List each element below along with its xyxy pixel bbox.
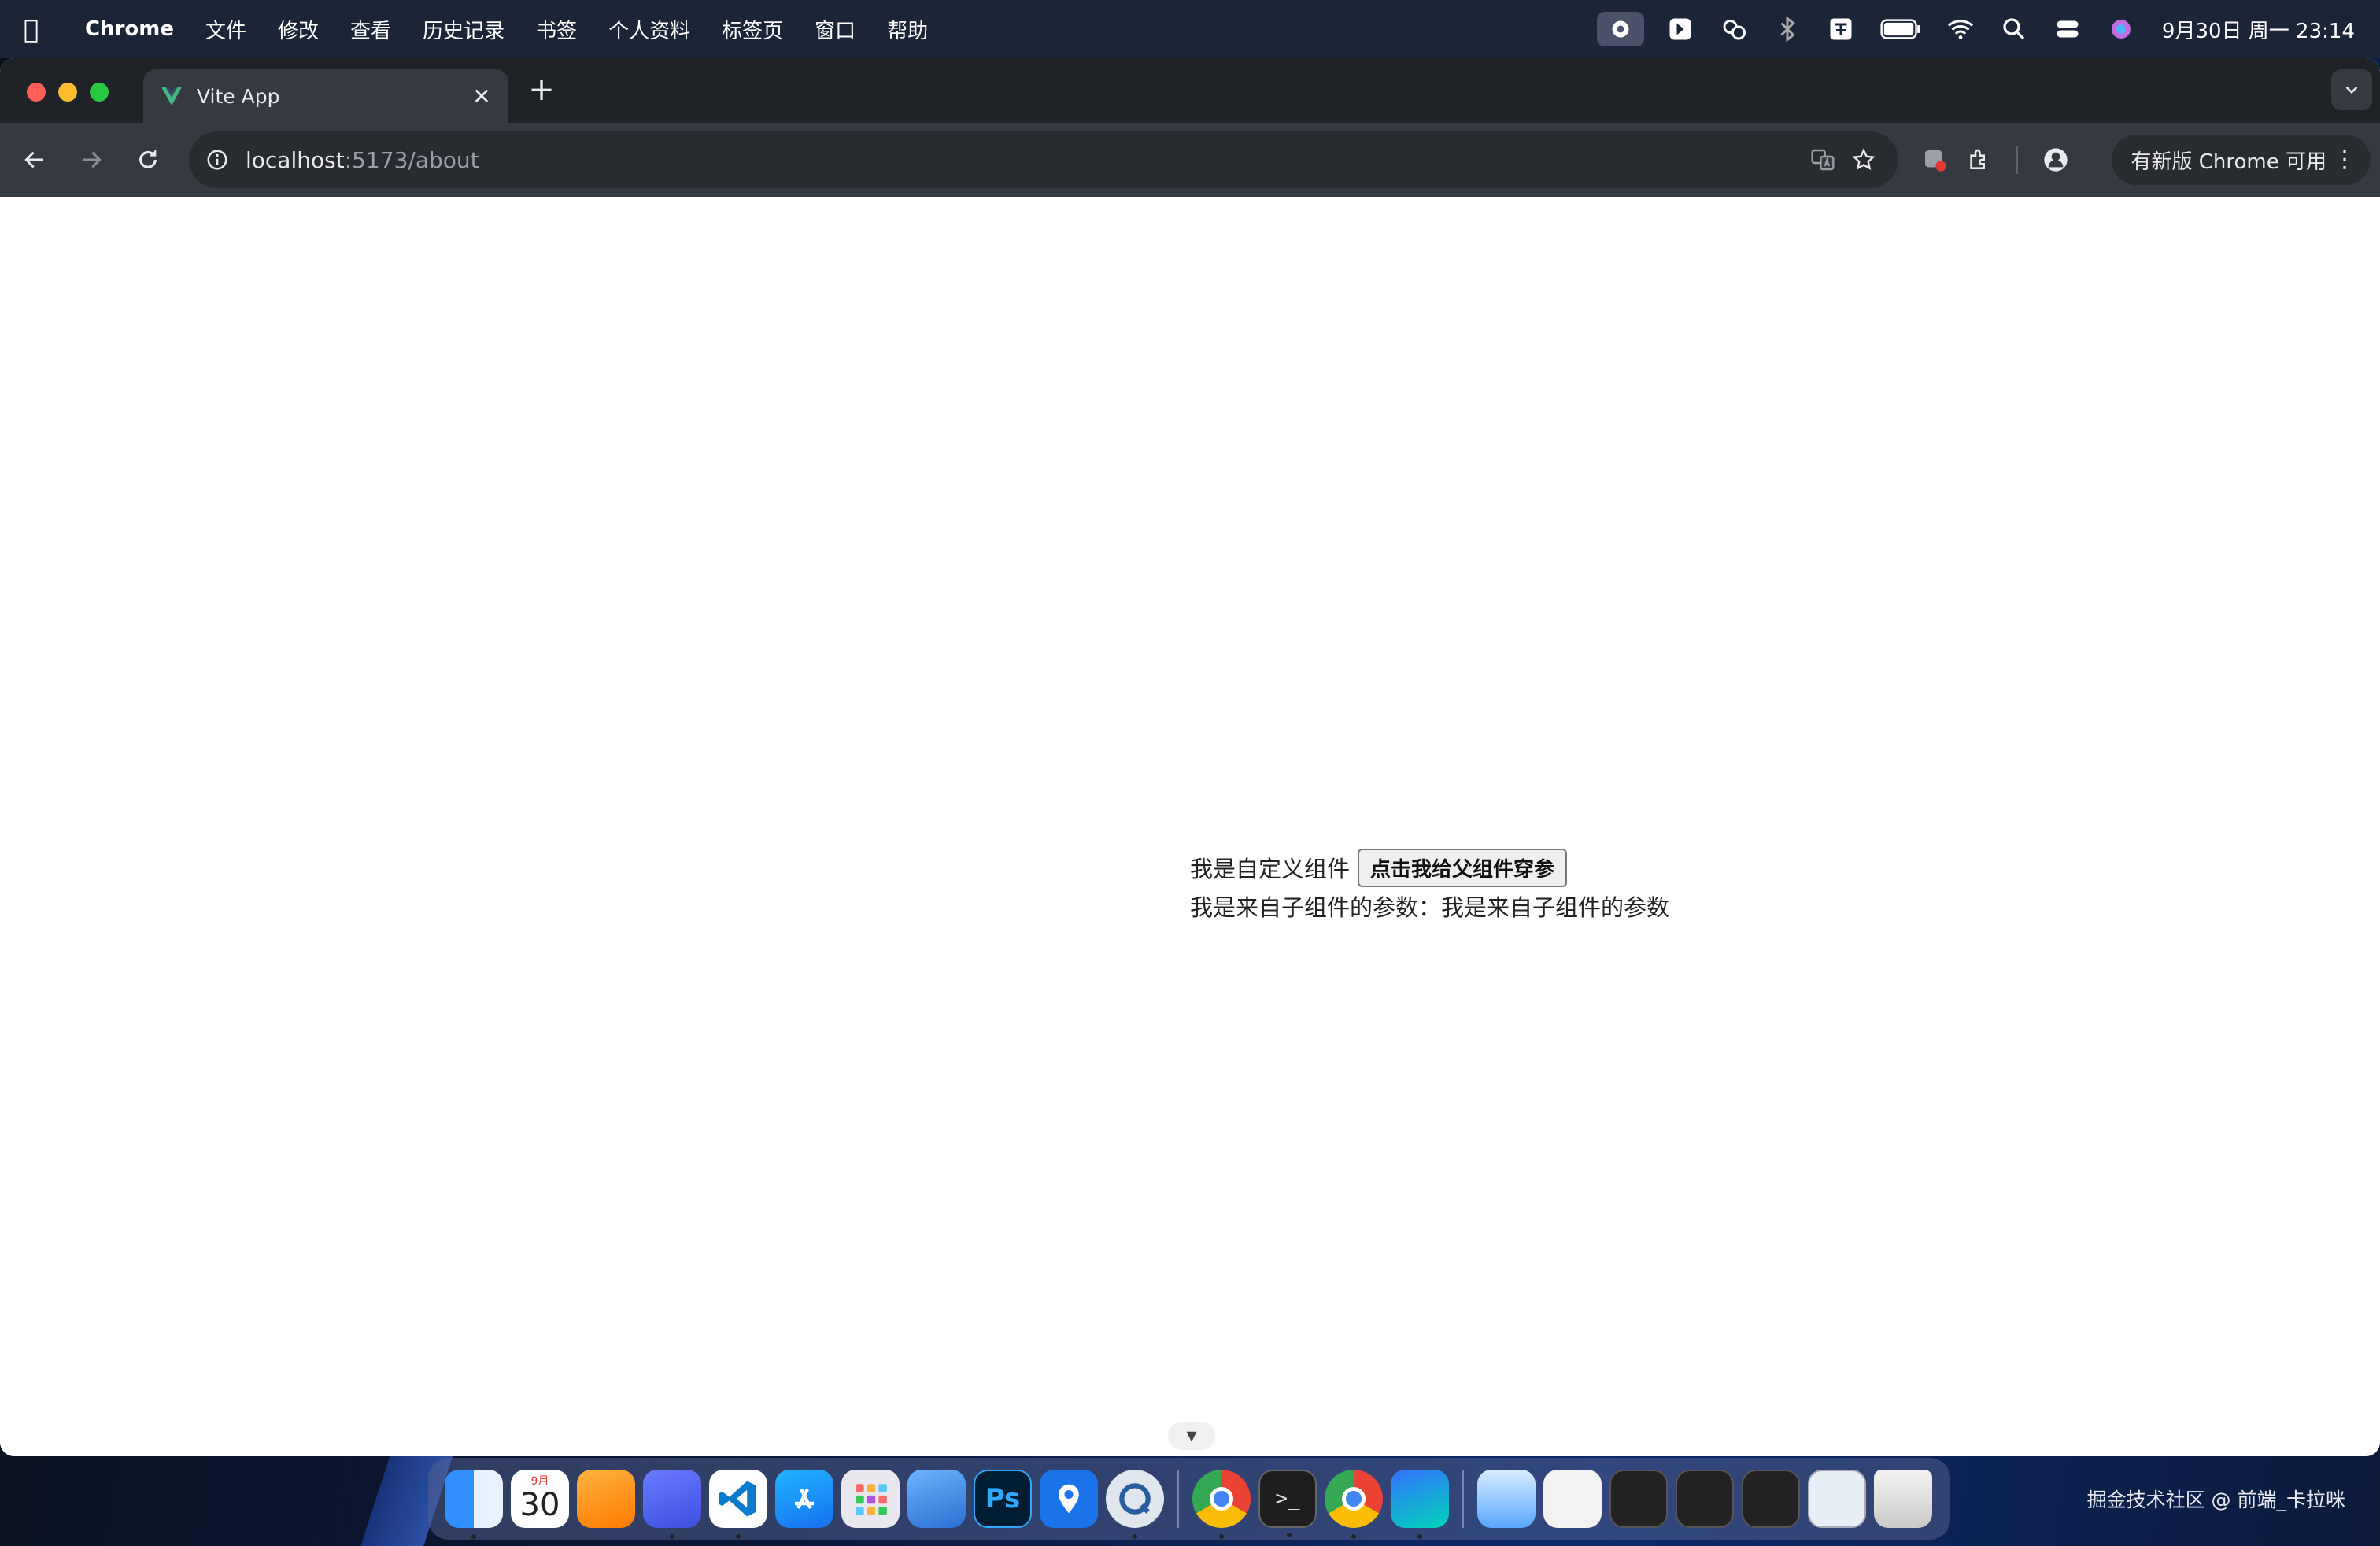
extension-badge-icon[interactable] (1913, 138, 1957, 182)
site-info-icon[interactable] (200, 142, 235, 177)
extensions-puzzle-icon[interactable] (1957, 138, 2001, 182)
menu-app-name[interactable]: Chrome (85, 17, 174, 41)
terminal-icon[interactable]: >_ (1258, 1470, 1317, 1537)
trash-icon[interactable] (1874, 1470, 1932, 1528)
menu-file[interactable]: 文件 (205, 15, 246, 44)
window-controls (27, 83, 121, 102)
browser-toolbar: localhost :5173/about 有新版 Chrome 可用 ⋮ (0, 123, 2380, 197)
window-thumb-icon[interactable] (1808, 1470, 1866, 1528)
chrome-icon[interactable] (1192, 1470, 1251, 1539)
chrome-update-button[interactable]: 有新版 Chrome 可用 ⋮ (2112, 135, 2371, 185)
siri-icon[interactable] (2104, 12, 2138, 46)
window-thumb-icon[interactable] (1676, 1470, 1734, 1528)
calendar-icon[interactable]: 9月 30 (511, 1470, 569, 1528)
pass-param-button[interactable]: 点击我给父组件穿参 (1358, 848, 1568, 887)
profile-avatar-icon[interactable] (2034, 138, 2078, 182)
menu-tab[interactable]: 标签页 (722, 15, 783, 44)
page-content: 我是自定义组件 点击我给父组件穿参 我是来自子组件的参数：我是来自子组件的参数 (0, 197, 2380, 1456)
bookmark-star-icon[interactable] (1843, 142, 1884, 177)
tab-strip: Vite App ✕ + (0, 58, 2380, 123)
launchpad-icon[interactable] (841, 1470, 900, 1528)
weather-icon[interactable] (1717, 12, 1751, 46)
finder-icon[interactable] (445, 1470, 503, 1539)
spotlight-search-icon[interactable] (1997, 12, 2031, 46)
window-thumb-icon[interactable] (1742, 1470, 1800, 1528)
child-component: 我是自定义组件 点击我给父组件穿参 我是来自子组件的参数：我是来自子组件的参数 (1190, 848, 1670, 923)
translate-icon[interactable] (1802, 142, 1843, 177)
wifi-icon[interactable] (1943, 12, 1978, 46)
menu-window[interactable]: 窗口 (815, 15, 856, 44)
menu-bar:  Chrome 文件 修改 查看 历史记录 书签 个人资料 标签页 窗口 帮助 (0, 0, 2380, 58)
close-window-button[interactable] (27, 83, 46, 102)
zoom-window-button[interactable] (90, 83, 109, 102)
pen-app-icon[interactable] (643, 1470, 701, 1539)
feishu-icon[interactable] (1391, 1470, 1449, 1539)
menu-edit[interactable]: 修改 (278, 15, 319, 44)
menu-history[interactable]: 历史记录 (423, 15, 504, 44)
menu-view[interactable]: 查看 (350, 15, 391, 44)
back-button[interactable] (13, 138, 57, 182)
bluetooth-icon[interactable] (1770, 12, 1805, 46)
extensions-area (1913, 138, 2078, 182)
control-center-icon[interactable] (2050, 12, 2085, 46)
app-icon[interactable] (1663, 12, 1698, 46)
tab-title: Vite App (197, 84, 280, 108)
chevron-down-icon (2345, 86, 2358, 94)
dock: 9月 30 Ps >_ (428, 1458, 1950, 1540)
menu-help[interactable]: 帮助 (887, 15, 928, 44)
vscode-icon[interactable] (709, 1470, 767, 1539)
chrome-icon[interactable] (1325, 1470, 1383, 1539)
kebab-menu-icon[interactable]: ⋮ (2333, 146, 2356, 173)
dock-separator (1462, 1470, 1464, 1528)
menu-profiles[interactable]: 个人资料 (608, 15, 690, 44)
url-path: :5173/about (344, 146, 479, 173)
arrow-right-icon (83, 151, 102, 168)
dock-separator (1177, 1470, 1179, 1528)
drive-icon[interactable] (1477, 1470, 1536, 1528)
calendar-day: 30 (519, 1487, 560, 1523)
maps-pin-icon[interactable] (1040, 1470, 1098, 1528)
arrow-left-icon (24, 151, 43, 168)
watermark-text: 掘金技术社区 @ 前端_卡拉咪 (2086, 1489, 2345, 1511)
tab-search-button[interactable] (2331, 69, 2372, 110)
toolbar-divider (2016, 146, 2018, 174)
param-text: 我是来自子组件的参数：我是来自子组件的参数 (1190, 894, 1670, 921)
vue-favicon-icon (161, 87, 183, 105)
update-label: 有新版 Chrome 可用 (2131, 150, 2326, 174)
component-row: 我是自定义组件 点击我给父组件穿参 (1190, 848, 1669, 887)
screen-record-icon[interactable] (1596, 12, 1644, 46)
reload-icon (139, 150, 157, 168)
apple-menu-icon[interactable]:  (24, 14, 65, 44)
photoshop-icon[interactable]: Ps (974, 1470, 1032, 1528)
quicktime-icon[interactable] (1106, 1470, 1164, 1539)
tab-vite-app[interactable]: Vite App ✕ (143, 69, 508, 123)
forward-button[interactable] (69, 138, 113, 182)
dock-chevron-icon[interactable]: ▾ (1168, 1422, 1215, 1450)
window-thumb-icon[interactable] (1609, 1470, 1668, 1528)
screen-share-icon[interactable] (907, 1470, 966, 1528)
browser-window: Vite App ✕ + localhost :5173/about 有新版 C… (0, 58, 2380, 1456)
battery-icon[interactable] (1877, 12, 1924, 46)
preview-icon[interactable] (1543, 1470, 1602, 1528)
close-tab-icon[interactable]: ✕ (466, 80, 497, 112)
component-label: 我是自定义组件 (1190, 856, 1351, 882)
pages-icon[interactable] (577, 1470, 635, 1528)
new-tab-button[interactable]: + (526, 72, 557, 108)
reload-button[interactable] (126, 138, 170, 182)
input-method-icon[interactable] (1824, 12, 1858, 46)
menubar-clock[interactable]: 9月30日 周一 23:14 (2162, 15, 2355, 44)
calendar-month: 9月 (530, 1475, 549, 1488)
minimize-window-button[interactable] (58, 83, 77, 102)
url-host: localhost (246, 146, 345, 173)
menu-bookmarks[interactable]: 书签 (536, 15, 577, 44)
app-store-icon[interactable] (775, 1470, 833, 1528)
address-bar[interactable]: localhost :5173/about (189, 131, 1898, 188)
